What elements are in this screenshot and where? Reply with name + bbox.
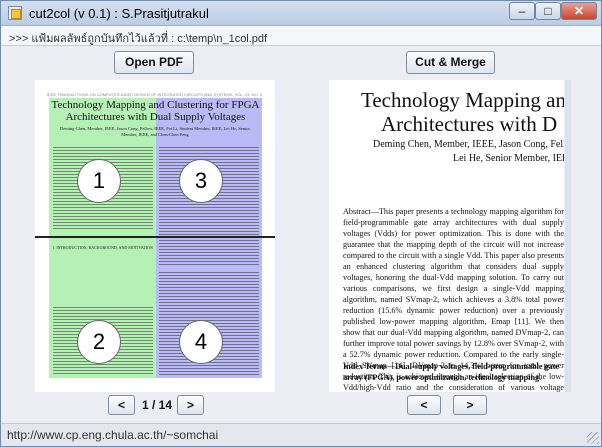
merged-page-preview[interactable]: Technology Mapping an Architectures with…: [329, 80, 564, 392]
maximize-button[interactable]: □: [535, 2, 561, 20]
merged-title-line-2: Architectures with D: [381, 112, 558, 136]
cut-merge-button[interactable]: Cut & Merge: [406, 51, 495, 74]
cut-line-handle[interactable]: [35, 236, 275, 238]
open-pdf-button[interactable]: Open PDF: [114, 51, 194, 74]
preview-scrollbar[interactable]: [565, 80, 571, 392]
minimize-button[interactable]: –: [509, 2, 535, 20]
page-indicator: 1 / 14: [142, 398, 173, 412]
resize-grip-icon[interactable]: [587, 432, 599, 444]
page-running-header: IEEE TRANSACTIONS ON COMPUTER-AIDED DESI…: [47, 92, 263, 97]
main-panel: Open PDF Cut & Merge IEEE TRANSACTIONS O…: [1, 47, 601, 423]
merged-previous-button[interactable]: <: [407, 395, 441, 415]
window-title: cut2col (v 0.1) : S.Prasitjutrakul: [29, 6, 209, 21]
merged-next-button[interactable]: >: [453, 395, 487, 415]
source-page-preview[interactable]: IEEE TRANSACTIONS ON COMPUTER-AIDED DESI…: [35, 80, 275, 392]
output-path-bar: >>> แฟ้มผลลัพธ์ถูกบันทึกไว้แล้วที่ : c:\…: [1, 26, 601, 46]
status-bar: http://www.cp.eng.chula.ac.th/~somchai: [1, 423, 601, 446]
title-bar[interactable]: cut2col (v 0.1) : S.Prasitjutrakul – □ ✕: [1, 1, 601, 26]
next-page-button[interactable]: >: [177, 395, 204, 415]
merged-title-line-1: Technology Mapping an: [361, 88, 564, 112]
paper-authors: Deming Chen, Member, IEEE, Jason Cong, F…: [60, 126, 250, 137]
merged-authors: Deming Chen, Member, IEEE, Jason Cong, F…: [373, 138, 564, 166]
region-number-3: 3: [179, 159, 223, 203]
region-number-4: 4: [179, 320, 223, 364]
region-number-2: 2: [77, 320, 121, 364]
merged-index-terms: Index Terms—Dual-supply voltages, field-…: [343, 362, 560, 382]
close-button[interactable]: ✕: [561, 2, 597, 20]
merged-paper-title: Technology Mapping an Architectures with…: [361, 88, 564, 136]
region-number-1: 1: [77, 159, 121, 203]
app-icon: [8, 6, 22, 20]
merged-authors-line-1: Deming Chen, Member, IEEE, Jason Cong, F…: [373, 139, 564, 150]
output-path-text: >>> แฟ้มผลลัพธ์ถูกบันทึกไว้แล้วที่ : c:\…: [9, 33, 268, 45]
previous-page-button[interactable]: <: [108, 395, 135, 415]
status-url: http://www.cp.eng.chula.ac.th/~somchai: [7, 428, 219, 442]
app-window: cut2col (v 0.1) : S.Prasitjutrakul – □ ✕…: [0, 0, 602, 447]
paper-title: Technology Mapping and Clustering for FP…: [51, 99, 260, 123]
merged-authors-line-2: Lei He, Senior Member, IEEE, Fei Li,: [453, 153, 564, 164]
section-heading: I. INTRODUCTION, BACKGROUND, AND MOTIVAT…: [53, 245, 153, 250]
